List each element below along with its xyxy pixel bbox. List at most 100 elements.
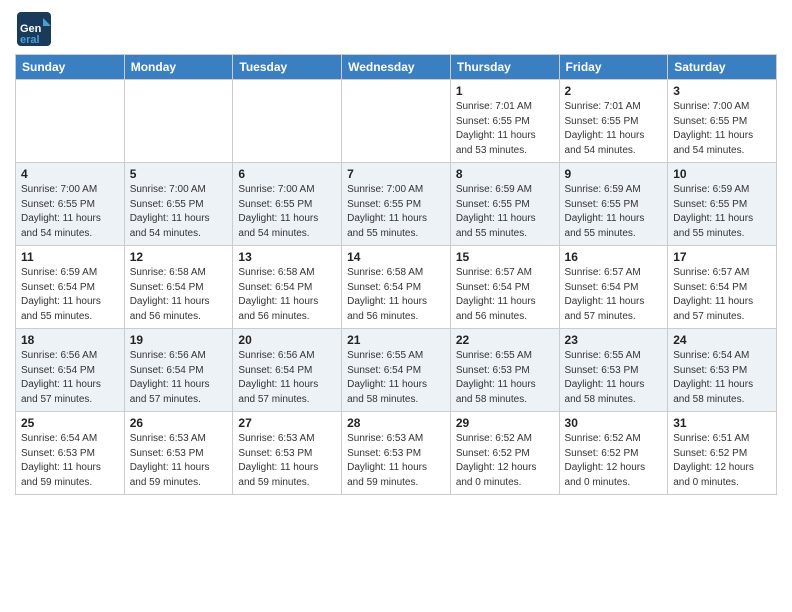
calendar-cell: 3 Sunrise: 7:00 AMSunset: 6:55 PMDaylight… xyxy=(668,80,777,163)
weekday-header: Sunday xyxy=(16,55,125,80)
weekday-header: Saturday xyxy=(668,55,777,80)
calendar-cell xyxy=(124,80,233,163)
day-number: 4 xyxy=(21,167,119,181)
calendar-cell: 14 Sunrise: 6:58 AMSunset: 6:54 PMDayligh… xyxy=(342,246,451,329)
day-info: Sunrise: 7:01 AMSunset: 6:55 PMDaylight:… xyxy=(565,100,663,158)
day-info: Sunrise: 6:57 AMSunset: 6:54 PMDaylight:… xyxy=(673,266,771,324)
header: Gen eral xyxy=(15,10,777,48)
calendar-cell xyxy=(342,80,451,163)
calendar-cell: 31 Sunrise: 6:51 AMSunset: 6:52 PMDayligh… xyxy=(668,412,777,495)
day-number: 29 xyxy=(456,416,554,430)
day-number: 13 xyxy=(238,250,336,264)
day-number: 5 xyxy=(130,167,228,181)
day-number: 31 xyxy=(673,416,771,430)
weekday-header: Wednesday xyxy=(342,55,451,80)
calendar-header-row: SundayMondayTuesdayWednesdayThursdayFrid… xyxy=(16,55,777,80)
day-info: Sunrise: 6:57 AMSunset: 6:54 PMDaylight:… xyxy=(565,266,663,324)
day-number: 14 xyxy=(347,250,445,264)
day-number: 3 xyxy=(673,84,771,98)
day-number: 25 xyxy=(21,416,119,430)
calendar-cell xyxy=(233,80,342,163)
day-info: Sunrise: 6:58 AMSunset: 6:54 PMDaylight:… xyxy=(238,266,336,324)
calendar-cell: 28 Sunrise: 6:53 AMSunset: 6:53 PMDayligh… xyxy=(342,412,451,495)
day-info: Sunrise: 7:01 AMSunset: 6:55 PMDaylight:… xyxy=(456,100,554,158)
calendar-cell: 26 Sunrise: 6:53 AMSunset: 6:53 PMDayligh… xyxy=(124,412,233,495)
calendar-cell: 19 Sunrise: 6:56 AMSunset: 6:54 PMDayligh… xyxy=(124,329,233,412)
day-info: Sunrise: 7:00 AMSunset: 6:55 PMDaylight:… xyxy=(673,100,771,158)
day-info: Sunrise: 6:59 AMSunset: 6:54 PMDaylight:… xyxy=(21,266,119,324)
day-info: Sunrise: 6:55 AMSunset: 6:54 PMDaylight:… xyxy=(347,349,445,407)
day-info: Sunrise: 6:53 AMSunset: 6:53 PMDaylight:… xyxy=(238,432,336,490)
day-number: 9 xyxy=(565,167,663,181)
calendar-cell: 6 Sunrise: 7:00 AMSunset: 6:55 PMDaylight… xyxy=(233,163,342,246)
calendar-cell: 29 Sunrise: 6:52 AMSunset: 6:52 PMDayligh… xyxy=(450,412,559,495)
day-info: Sunrise: 6:56 AMSunset: 6:54 PMDaylight:… xyxy=(238,349,336,407)
day-info: Sunrise: 6:59 AMSunset: 6:55 PMDaylight:… xyxy=(565,183,663,241)
day-number: 26 xyxy=(130,416,228,430)
day-number: 2 xyxy=(565,84,663,98)
day-info: Sunrise: 6:57 AMSunset: 6:54 PMDaylight:… xyxy=(456,266,554,324)
day-info: Sunrise: 6:55 AMSunset: 6:53 PMDaylight:… xyxy=(456,349,554,407)
calendar-body: 1 Sunrise: 7:01 AMSunset: 6:55 PMDaylight… xyxy=(16,80,777,495)
calendar-cell: 2 Sunrise: 7:01 AMSunset: 6:55 PMDaylight… xyxy=(559,80,668,163)
calendar-cell: 23 Sunrise: 6:55 AMSunset: 6:53 PMDayligh… xyxy=(559,329,668,412)
day-info: Sunrise: 6:53 AMSunset: 6:53 PMDaylight:… xyxy=(347,432,445,490)
calendar-cell: 4 Sunrise: 7:00 AMSunset: 6:55 PMDaylight… xyxy=(16,163,125,246)
day-number: 18 xyxy=(21,333,119,347)
calendar-cell: 8 Sunrise: 6:59 AMSunset: 6:55 PMDaylight… xyxy=(450,163,559,246)
day-info: Sunrise: 6:52 AMSunset: 6:52 PMDaylight:… xyxy=(565,432,663,490)
day-number: 23 xyxy=(565,333,663,347)
calendar-cell: 25Sunrise: 6:54 AMSunset: 6:53 PMDayligh… xyxy=(16,412,125,495)
calendar-week-row: 1 Sunrise: 7:01 AMSunset: 6:55 PMDaylight… xyxy=(16,80,777,163)
calendar-cell xyxy=(16,80,125,163)
calendar-cell: 1 Sunrise: 7:01 AMSunset: 6:55 PMDaylight… xyxy=(450,80,559,163)
calendar-cell: 10Sunrise: 6:59 AMSunset: 6:55 PMDayligh… xyxy=(668,163,777,246)
day-info: Sunrise: 6:56 AMSunset: 6:54 PMDaylight:… xyxy=(130,349,228,407)
page: Gen eral SundayMondayTuesdayWednesdayThu… xyxy=(0,0,792,612)
weekday-header: Monday xyxy=(124,55,233,80)
day-info: Sunrise: 7:00 AMSunset: 6:55 PMDaylight:… xyxy=(21,183,119,241)
day-info: Sunrise: 7:00 AMSunset: 6:55 PMDaylight:… xyxy=(130,183,228,241)
day-number: 22 xyxy=(456,333,554,347)
day-info: Sunrise: 6:52 AMSunset: 6:52 PMDaylight:… xyxy=(456,432,554,490)
calendar-cell: 5 Sunrise: 7:00 AMSunset: 6:55 PMDaylight… xyxy=(124,163,233,246)
calendar-table: SundayMondayTuesdayWednesdayThursdayFrid… xyxy=(15,54,777,495)
day-number: 6 xyxy=(238,167,336,181)
calendar-cell: 12Sunrise: 6:58 AMSunset: 6:54 PMDayligh… xyxy=(124,246,233,329)
weekday-header: Friday xyxy=(559,55,668,80)
day-number: 1 xyxy=(456,84,554,98)
calendar-cell: 20 Sunrise: 6:56 AMSunset: 6:54 PMDayligh… xyxy=(233,329,342,412)
day-info: Sunrise: 7:00 AMSunset: 6:55 PMDaylight:… xyxy=(347,183,445,241)
weekday-header: Thursday xyxy=(450,55,559,80)
day-number: 7 xyxy=(347,167,445,181)
logo-icon: Gen eral xyxy=(15,10,53,48)
day-number: 17 xyxy=(673,250,771,264)
day-number: 20 xyxy=(238,333,336,347)
calendar-cell: 7 Sunrise: 7:00 AMSunset: 6:55 PMDaylight… xyxy=(342,163,451,246)
day-number: 16 xyxy=(565,250,663,264)
day-info: Sunrise: 6:58 AMSunset: 6:54 PMDaylight:… xyxy=(347,266,445,324)
day-info: Sunrise: 6:55 AMSunset: 6:53 PMDaylight:… xyxy=(565,349,663,407)
calendar-cell: 15 Sunrise: 6:57 AMSunset: 6:54 PMDayligh… xyxy=(450,246,559,329)
calendar-week-row: 4 Sunrise: 7:00 AMSunset: 6:55 PMDaylight… xyxy=(16,163,777,246)
day-info: Sunrise: 6:59 AMSunset: 6:55 PMDaylight:… xyxy=(673,183,771,241)
calendar-cell: 24Sunrise: 6:54 AMSunset: 6:53 PMDayligh… xyxy=(668,329,777,412)
calendar-cell: 9 Sunrise: 6:59 AMSunset: 6:55 PMDaylight… xyxy=(559,163,668,246)
day-number: 19 xyxy=(130,333,228,347)
day-number: 8 xyxy=(456,167,554,181)
day-info: Sunrise: 6:54 AMSunset: 6:53 PMDaylight:… xyxy=(673,349,771,407)
day-info: Sunrise: 7:00 AMSunset: 6:55 PMDaylight:… xyxy=(238,183,336,241)
calendar-cell: 11Sunrise: 6:59 AMSunset: 6:54 PMDayligh… xyxy=(16,246,125,329)
day-info: Sunrise: 6:59 AMSunset: 6:55 PMDaylight:… xyxy=(456,183,554,241)
day-info: Sunrise: 6:53 AMSunset: 6:53 PMDaylight:… xyxy=(130,432,228,490)
calendar-week-row: 11Sunrise: 6:59 AMSunset: 6:54 PMDayligh… xyxy=(16,246,777,329)
day-info: Sunrise: 6:51 AMSunset: 6:52 PMDaylight:… xyxy=(673,432,771,490)
weekday-header: Tuesday xyxy=(233,55,342,80)
calendar-cell: 18Sunrise: 6:56 AMSunset: 6:54 PMDayligh… xyxy=(16,329,125,412)
day-number: 15 xyxy=(456,250,554,264)
day-number: 21 xyxy=(347,333,445,347)
calendar-week-row: 25Sunrise: 6:54 AMSunset: 6:53 PMDayligh… xyxy=(16,412,777,495)
day-number: 28 xyxy=(347,416,445,430)
calendar-cell: 17 Sunrise: 6:57 AMSunset: 6:54 PMDayligh… xyxy=(668,246,777,329)
calendar-week-row: 18 Sunrise: 6:56 AMSunset: 6:54 PMDayligh… xyxy=(16,329,777,412)
